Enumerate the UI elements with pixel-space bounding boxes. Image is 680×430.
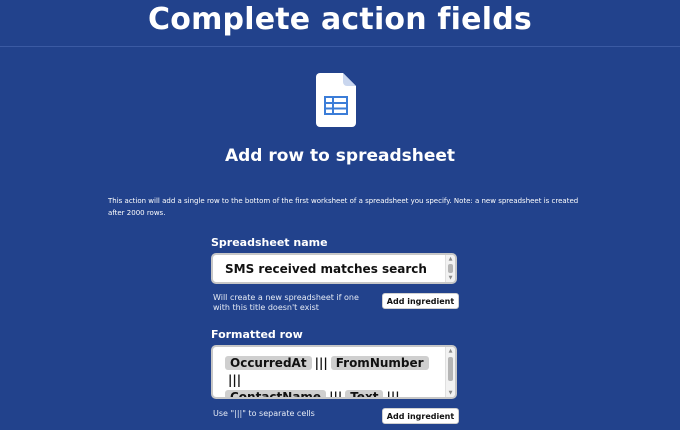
- scroll-up-icon[interactable]: ▲: [447, 256, 454, 262]
- formatted-row-scrollbar[interactable]: ▲ ▼: [445, 347, 455, 397]
- spreadsheet-name-label: Spreadsheet name: [211, 236, 328, 249]
- formatted-row-content: OccurredAt ||| FromNumber||| ContactName ||…: [225, 355, 445, 399]
- add-ingredient-button[interactable]: Add ingredient: [382, 293, 459, 309]
- formatted-row-helper: Use "|||" to separate cells: [213, 409, 315, 418]
- ingredient-pill[interactable]: ContactName: [225, 390, 327, 397]
- spreadsheet-name-helper: Will create a new spreadsheet if one wit…: [213, 293, 359, 312]
- ingredient-pill[interactable]: Text: [345, 390, 384, 397]
- separator: |||: [386, 390, 400, 399]
- scroll-down-icon[interactable]: ▼: [447, 275, 454, 281]
- page-title: Complete action fields: [148, 2, 532, 37]
- separator: |||: [228, 373, 242, 387]
- separator: |||: [329, 390, 343, 399]
- ingredient-pill[interactable]: FromNumber: [330, 356, 429, 370]
- scroll-thumb[interactable]: [448, 357, 453, 381]
- add-ingredient-button[interactable]: Add ingredient: [382, 408, 459, 424]
- spreadsheet-name-scrollbar[interactable]: ▲ ▼: [445, 255, 455, 282]
- header: Complete action fields: [0, 0, 680, 47]
- spreadsheet-icon: [316, 73, 356, 127]
- scroll-down-icon[interactable]: ▼: [447, 390, 454, 396]
- action-title: Add row to spreadsheet: [224, 146, 456, 166]
- scroll-up-icon[interactable]: ▲: [447, 348, 454, 354]
- formatted-row-label: Formatted row: [211, 328, 303, 341]
- spreadsheet-name-field[interactable]: SMS received matches search ▲ ▼: [211, 253, 457, 284]
- separator: |||: [314, 356, 328, 370]
- action-description: This action will add a single row to the…: [108, 197, 579, 217]
- formatted-row-field[interactable]: OccurredAt ||| FromNumber||| ContactName ||…: [211, 345, 457, 399]
- spreadsheet-name-value: SMS received matches search: [225, 262, 427, 276]
- scroll-thumb[interactable]: [448, 264, 453, 273]
- ingredient-pill[interactable]: OccurredAt: [225, 356, 312, 370]
